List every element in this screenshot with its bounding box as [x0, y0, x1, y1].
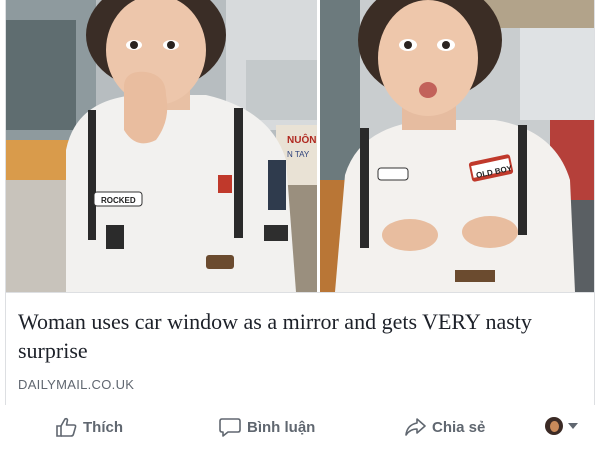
link-post-card[interactable]: NUÔN N TAY ROCKED OLD BOY Woman uses car… [5, 0, 595, 405]
photo-woman-nose: NUÔN N TAY ROCKED [6, 0, 317, 292]
link-preview-images[interactable]: NUÔN N TAY ROCKED OLD BOY [6, 0, 594, 292]
audience-selector[interactable] [545, 417, 578, 435]
like-button[interactable]: Thích [55, 417, 123, 437]
sign-text2: N TAY [287, 150, 310, 159]
patch-text-left: ROCKED [101, 196, 136, 205]
avatar [545, 417, 563, 435]
share-arrow-icon [405, 418, 426, 436]
photo-right[interactable]: OLD BOY [320, 0, 594, 292]
share-label: Chia sẻ [432, 418, 486, 436]
link-headline[interactable]: Woman uses car window as a mirror and ge… [18, 307, 558, 365]
post-action-bar: Thích Bình luận Chia sẻ [0, 405, 600, 450]
comment-label: Bình luận [247, 418, 316, 436]
comment-button[interactable]: Bình luận [219, 417, 315, 437]
link-domain: DAILYMAIL.CO.UK [18, 377, 135, 392]
link-preview-text[interactable]: Woman uses car window as a mirror and ge… [6, 292, 594, 405]
comment-bubble-icon [219, 418, 241, 437]
thumbs-up-icon [56, 417, 77, 437]
like-label: Thích [83, 418, 123, 436]
share-button[interactable]: Chia sẻ [404, 417, 485, 437]
chevron-down-icon [568, 423, 578, 429]
photo-woman-pouting: OLD BOY [320, 0, 594, 292]
photo-left[interactable]: NUÔN N TAY ROCKED [6, 0, 317, 292]
sign-text: NUÔN [287, 133, 316, 146]
